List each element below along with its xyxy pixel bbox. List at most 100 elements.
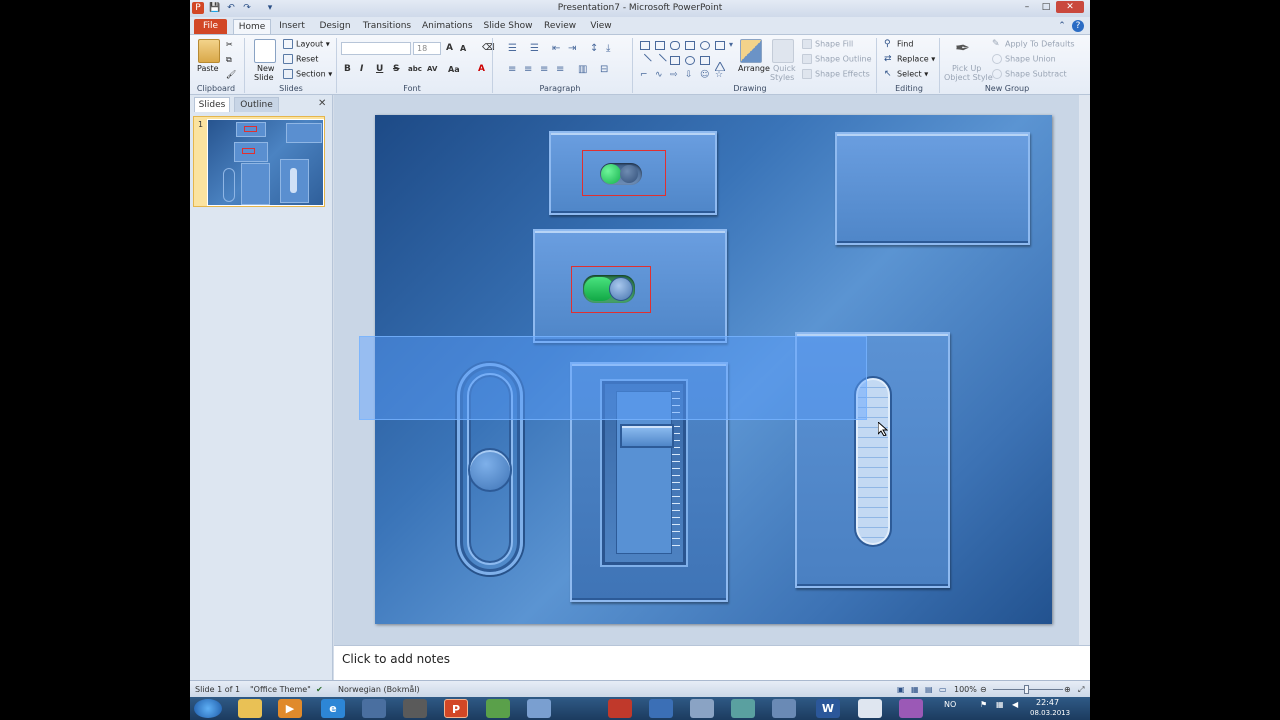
shape-arrow-line-icon[interactable] bbox=[653, 53, 667, 68]
media-player-icon[interactable]: ▶ bbox=[278, 699, 302, 718]
tab-view[interactable]: View bbox=[588, 19, 614, 35]
slideshow-view-icon[interactable]: ▭ bbox=[939, 685, 947, 694]
tab-home[interactable]: Home bbox=[233, 19, 271, 35]
shape-smiley-icon[interactable]: ☺ bbox=[700, 71, 710, 80]
tab-insert[interactable]: Insert bbox=[276, 19, 308, 35]
shape-curve-icon[interactable]: ∿ bbox=[655, 71, 665, 80]
line-spacing-icon[interactable]: ↕ bbox=[590, 43, 598, 54]
pick-up-style-button[interactable]: Pick Up bbox=[952, 64, 981, 73]
bullets-icon[interactable]: ☰ bbox=[508, 43, 517, 54]
font-name-box[interactable] bbox=[341, 42, 411, 55]
app-icon[interactable] bbox=[486, 699, 510, 718]
select-button[interactable]: ↖ Select ▾ bbox=[884, 69, 928, 79]
close-pane-icon[interactable]: ✕ bbox=[318, 98, 326, 109]
zoom-slider-thumb[interactable] bbox=[1024, 685, 1029, 694]
underline-button[interactable]: U bbox=[376, 64, 383, 74]
align-text-icon[interactable]: ⊟ bbox=[600, 64, 608, 75]
pill-slider-knob[interactable] bbox=[468, 448, 512, 492]
tab-animations[interactable]: Animations bbox=[422, 19, 473, 35]
word-icon[interactable]: W bbox=[816, 699, 840, 718]
slide-thumbnail-item[interactable]: 1 bbox=[193, 116, 325, 207]
zoom-in-icon[interactable]: ⊕ bbox=[1064, 685, 1071, 694]
shape-rectangle-icon[interactable] bbox=[655, 41, 665, 50]
minimize-button[interactable]: – bbox=[1018, 1, 1036, 13]
shape-fill-button[interactable]: Shape Fill bbox=[802, 39, 853, 49]
shape-rectangle-icon[interactable] bbox=[700, 56, 710, 65]
empty-panel[interactable] bbox=[835, 132, 1030, 245]
normal-view-icon[interactable]: ▣ bbox=[897, 685, 905, 694]
strikethrough-button[interactable]: S bbox=[393, 64, 399, 74]
shape-star-icon[interactable]: ☆ bbox=[715, 71, 725, 80]
clock-time[interactable]: 22:47 bbox=[1036, 698, 1059, 707]
shape-cylinder-icon[interactable] bbox=[715, 41, 725, 50]
shape-oval-icon[interactable] bbox=[700, 41, 710, 50]
new-slide-button[interactable]: New bbox=[257, 64, 274, 73]
language-status[interactable]: Norwegian (Bokmål) bbox=[338, 685, 420, 694]
arrange-icon[interactable] bbox=[740, 39, 762, 63]
tab-slides[interactable]: Slides bbox=[194, 97, 230, 112]
toggle-switch[interactable] bbox=[600, 163, 642, 185]
paste-button[interactable]: Paste bbox=[197, 64, 219, 73]
italic-button[interactable]: I bbox=[360, 64, 363, 74]
replace-button[interactable]: ⇄ Replace ▾ bbox=[884, 54, 935, 64]
explorer-icon[interactable] bbox=[238, 699, 262, 718]
app-icon[interactable] bbox=[899, 699, 923, 718]
app-icon[interactable] bbox=[731, 699, 755, 718]
shrink-font-button[interactable]: A bbox=[460, 44, 466, 53]
eyedropper-icon[interactable]: ✒ bbox=[955, 38, 970, 59]
section-button[interactable]: Section ▾ bbox=[283, 69, 332, 79]
help-icon[interactable]: ? bbox=[1072, 20, 1084, 32]
notes-placeholder[interactable]: Click to add notes bbox=[342, 652, 450, 666]
app-icon[interactable] bbox=[858, 699, 882, 718]
app-icon[interactable] bbox=[608, 699, 632, 718]
quick-styles-icon[interactable] bbox=[772, 39, 794, 63]
cut-icon[interactable]: ✂ bbox=[226, 40, 233, 49]
vertical-scrollbar[interactable] bbox=[1079, 95, 1090, 645]
shape-effects-button[interactable]: Shape Effects bbox=[802, 69, 870, 79]
close-button[interactable]: ✕ bbox=[1056, 1, 1084, 13]
language-indicator[interactable]: NO bbox=[944, 700, 956, 709]
shape-subtract-button[interactable]: Shape Subtract bbox=[992, 69, 1067, 79]
toggle-switch[interactable] bbox=[583, 275, 635, 303]
clock-date[interactable]: 08.03.2013 bbox=[1030, 709, 1070, 717]
tab-outline[interactable]: Outline bbox=[234, 97, 279, 112]
slide-thumbnail[interactable] bbox=[207, 119, 324, 206]
justify-icon[interactable]: ≡ bbox=[556, 64, 564, 75]
format-painter-icon[interactable]: 🖌 bbox=[226, 70, 236, 79]
reading-view-icon[interactable]: ▤ bbox=[925, 685, 933, 694]
app-icon[interactable] bbox=[649, 699, 673, 718]
theme-status[interactable]: "Office Theme" bbox=[250, 685, 311, 694]
slide-canvas[interactable] bbox=[359, 115, 1052, 624]
tray-network-icon[interactable]: ▦ bbox=[996, 700, 1004, 709]
shapes-more-icon[interactable]: ▾ bbox=[729, 40, 733, 49]
shape-outline-button[interactable]: Shape Outline bbox=[802, 54, 872, 64]
toggle-panel-2[interactable] bbox=[533, 229, 727, 343]
tray-volume-icon[interactable]: ◀ bbox=[1012, 700, 1018, 709]
new-slide-icon[interactable] bbox=[254, 39, 276, 63]
pick-up-style-button-line2[interactable]: Object Style bbox=[944, 73, 993, 82]
align-left-icon[interactable]: ≡ bbox=[508, 64, 516, 75]
quick-styles-button-line2[interactable]: Styles bbox=[770, 73, 794, 82]
toggle-panel-1[interactable] bbox=[549, 131, 717, 215]
zoom-slider[interactable] bbox=[993, 685, 1063, 694]
arrange-button[interactable]: Arrange bbox=[738, 64, 770, 73]
shape-triangle-icon[interactable] bbox=[714, 56, 726, 72]
shape-union-button[interactable]: Shape Union bbox=[992, 54, 1056, 64]
grow-font-button[interactable]: A bbox=[446, 43, 453, 53]
increase-indent-icon[interactable]: ⇥ bbox=[568, 43, 576, 54]
apply-to-defaults-button[interactable]: ✎ Apply To Defaults bbox=[992, 39, 1075, 49]
tab-transitions[interactable]: Transitions bbox=[362, 19, 412, 35]
layout-button[interactable]: Layout ▾ bbox=[283, 39, 330, 49]
powerpoint-taskbar-icon[interactable]: P bbox=[444, 699, 468, 718]
app-icon[interactable] bbox=[362, 699, 386, 718]
app-icon[interactable] bbox=[690, 699, 714, 718]
tab-review[interactable]: Review bbox=[544, 19, 576, 35]
shape-rectangle-icon[interactable] bbox=[640, 41, 650, 50]
font-size-box[interactable]: 18 bbox=[413, 42, 441, 55]
text-shadow-button[interactable]: abc bbox=[408, 65, 422, 73]
quick-styles-button[interactable]: Quick bbox=[773, 64, 796, 73]
fader-knob[interactable] bbox=[620, 424, 674, 448]
minimize-ribbon-icon[interactable]: ⌃ bbox=[1056, 19, 1068, 35]
decrease-indent-icon[interactable]: ⇤ bbox=[552, 43, 560, 54]
shape-line-icon[interactable] bbox=[638, 53, 652, 68]
